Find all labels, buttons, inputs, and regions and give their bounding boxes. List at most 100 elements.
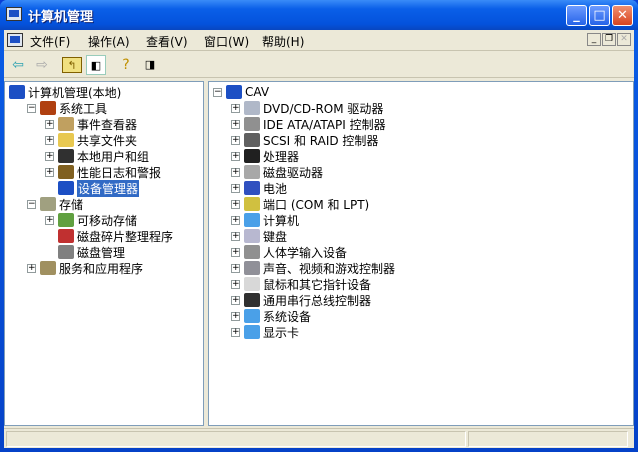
collapse-icon[interactable]: −	[27, 103, 36, 113]
back-arrow-icon[interactable]: ⇦	[8, 55, 28, 75]
tree-item-label: 性能日志和警报	[77, 165, 162, 180]
expand-icon[interactable]: +	[231, 183, 240, 193]
show-hide-action-pane-icon[interactable]: ◨	[140, 55, 160, 75]
tree-item-label: 可移动存储	[77, 213, 138, 228]
device-category[interactable]: + DVD/CD-ROM 驱动器	[231, 100, 383, 116]
device-category[interactable]: + IDE ATA/ATAPI 控制器	[231, 116, 386, 132]
show-hide-tree-icon[interactable]: ◧	[86, 55, 106, 75]
tree-item[interactable]: 设备管理器	[45, 179, 140, 197]
tree-item-label: 磁盘驱动器	[263, 165, 324, 180]
device-category[interactable]: + 系统设备	[231, 308, 311, 324]
computer-icon	[244, 213, 260, 227]
sound-icon	[244, 261, 260, 275]
status-bar	[4, 428, 634, 448]
menu-file[interactable]: 文件(F)	[30, 33, 70, 50]
mouse-icon	[244, 277, 260, 291]
menu-help[interactable]: 帮助(H)	[262, 33, 304, 50]
device-category[interactable]: + 通用串行总线控制器	[231, 292, 371, 308]
expand-icon[interactable]: +	[45, 135, 54, 145]
tree-item-label: IDE ATA/ATAPI 控制器	[263, 117, 386, 132]
device-manager-icon	[58, 181, 74, 195]
help-icon[interactable]: ?	[116, 55, 136, 75]
expand-icon[interactable]: +	[231, 327, 240, 337]
expand-icon[interactable]: +	[231, 295, 240, 305]
computer-icon	[9, 85, 25, 99]
expand-icon[interactable]: +	[231, 119, 240, 129]
mdi-close-button[interactable]: ✕	[617, 33, 631, 46]
tree-item[interactable]: + 共享文件夹	[45, 132, 137, 148]
computer-icon[interactable]	[7, 33, 23, 47]
tree-item-label: 系统工具	[59, 101, 108, 116]
expand-icon[interactable]: +	[27, 263, 36, 273]
port-icon	[244, 197, 260, 211]
up-folder-icon[interactable]: ↰	[62, 57, 82, 73]
tree-item-label: DVD/CD-ROM 驱动器	[263, 101, 384, 116]
tree-item-label: 人体学输入设备	[263, 245, 348, 260]
expand-icon[interactable]: +	[231, 199, 240, 209]
tree-item[interactable]: 磁盘碎片整理程序	[45, 228, 173, 244]
expand-icon[interactable]: +	[45, 119, 54, 129]
collapse-icon[interactable]: −	[27, 199, 36, 209]
performance-icon	[58, 165, 74, 179]
expand-icon[interactable]: +	[45, 167, 54, 177]
minimize-button[interactable]: _	[566, 5, 587, 26]
expand-icon[interactable]: +	[231, 135, 240, 145]
tree-item-label: 设备管理器	[77, 179, 140, 197]
tree-item[interactable]: 磁盘管理	[45, 244, 125, 260]
tree-item[interactable]: − 存储	[27, 196, 83, 212]
expand-icon[interactable]: +	[231, 231, 240, 241]
tree-item-label: 共享文件夹	[77, 133, 138, 148]
event-viewer-icon	[58, 117, 74, 131]
device-category[interactable]: + 处理器	[231, 148, 299, 164]
device-category[interactable]: + SCSI 和 RAID 控制器	[231, 132, 378, 148]
device-category[interactable]: + 显示卡	[231, 324, 299, 340]
expand-icon[interactable]: +	[231, 167, 240, 177]
menu-action[interactable]: 操作(A)	[88, 33, 130, 50]
device-category[interactable]: + 端口 (COM 和 LPT)	[231, 196, 369, 212]
mdi-minimize-button[interactable]: _	[587, 33, 601, 46]
maximize-button[interactable]: □	[589, 5, 610, 26]
tree-item[interactable]: + 本地用户和组	[45, 148, 149, 164]
expand-icon[interactable]: +	[45, 215, 54, 225]
device-category[interactable]: + 声音、视频和游戏控制器	[231, 260, 395, 276]
tree-item[interactable]: − 系统工具	[27, 100, 107, 116]
close-button[interactable]: ✕	[612, 5, 633, 26]
expand-icon[interactable]: +	[231, 151, 240, 161]
menu-view[interactable]: 查看(V)	[146, 33, 188, 50]
device-category[interactable]: + 计算机	[231, 212, 299, 228]
menu-window[interactable]: 窗口(W)	[204, 33, 249, 50]
window: 计算机管理 _ □ ✕ 文件(F) 操作(A) 查看(V) 窗口(W) 帮助(H…	[0, 0, 638, 452]
expand-icon[interactable]: +	[231, 263, 240, 273]
expand-icon[interactable]: +	[231, 103, 240, 113]
services-icon	[40, 261, 56, 275]
tree-item-label: 电池	[263, 181, 288, 196]
tree-item[interactable]: + 服务和应用程序	[27, 260, 143, 276]
mdi-restore-button[interactable]: ❐	[602, 33, 616, 46]
tree-item[interactable]: + 事件查看器	[45, 116, 137, 132]
usb-icon	[244, 293, 260, 307]
tree-item[interactable]: + 性能日志和警报	[45, 164, 161, 180]
tree-item-label: 声音、视频和游戏控制器	[263, 261, 396, 276]
expand-icon[interactable]: +	[231, 311, 240, 321]
title-bar[interactable]: 计算机管理 _ □ ✕	[0, 0, 638, 30]
device-category[interactable]: + 电池	[231, 180, 287, 196]
device-category[interactable]: + 磁盘驱动器	[231, 164, 323, 180]
expand-icon[interactable]: +	[231, 247, 240, 257]
tree-item-label: 事件查看器	[77, 117, 138, 132]
processor-icon	[244, 149, 260, 163]
device-category[interactable]: + 键盘	[231, 228, 287, 244]
expand-icon[interactable]: +	[231, 279, 240, 289]
tree-item-label: 计算机管理(本地)	[28, 85, 122, 100]
tree-root[interactable]: − CAV	[213, 84, 269, 100]
tree-item[interactable]: + 可移动存储	[45, 212, 137, 228]
tree-item[interactable]: 计算机管理(本地)	[5, 84, 122, 100]
expand-icon[interactable]: +	[45, 151, 54, 161]
collapse-icon[interactable]: −	[213, 87, 222, 97]
tree-item-label: SCSI 和 RAID 控制器	[263, 133, 379, 148]
forward-arrow-icon[interactable]: ⇨	[32, 55, 52, 75]
device-category[interactable]: + 鼠标和其它指针设备	[231, 276, 371, 292]
expand-icon[interactable]: +	[231, 215, 240, 225]
device-category[interactable]: + 人体学输入设备	[231, 244, 347, 260]
